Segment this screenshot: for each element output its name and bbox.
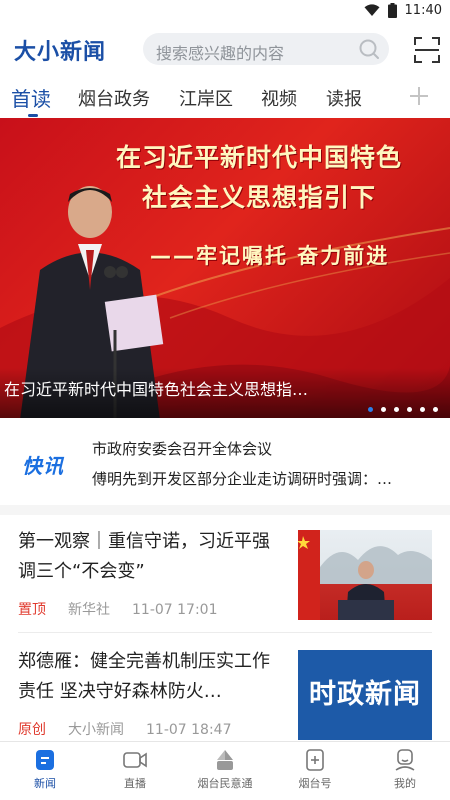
news-meta: 原创 大小新闻 11-07 18:47 bbox=[18, 719, 231, 739]
section-separator bbox=[0, 505, 450, 515]
nav-news[interactable]: 新闻 bbox=[0, 748, 90, 791]
tab-video[interactable]: 视频 bbox=[261, 85, 297, 111]
news-source: 大小新闻 bbox=[68, 722, 124, 738]
nav-label: 我的 bbox=[394, 777, 416, 790]
carousel-dot[interactable] bbox=[433, 407, 438, 412]
flash-news-item[interactable]: 市政府安委会召开全体会议 bbox=[92, 438, 272, 459]
account-icon bbox=[306, 749, 324, 771]
news-item[interactable]: 第一观察｜重信守诺，习近平强调三个“不会变” 置顶 新华社 11-07 17:01 bbox=[0, 527, 450, 627]
news-item[interactable]: 郑德雁：健全完善机制压实工作责任 坚决守好森林防火… 原创 大小新闻 11-07 1… bbox=[0, 647, 450, 747]
thumbnail-image bbox=[298, 530, 432, 620]
tab-shoudu[interactable]: 首读 bbox=[11, 83, 51, 112]
wifi-icon bbox=[364, 4, 380, 17]
search-placeholder: 搜索感兴趣的内容 bbox=[156, 44, 285, 63]
add-channel-icon[interactable] bbox=[409, 86, 429, 110]
banner-caption: 在习近平新时代中国特色社会主义思想指… bbox=[4, 380, 309, 399]
carousel-dot[interactable] bbox=[381, 407, 386, 412]
nav-label: 烟台号 bbox=[298, 777, 332, 790]
nav-opinion[interactable]: 烟台民意通 bbox=[180, 748, 270, 791]
carousel-dot[interactable] bbox=[407, 407, 412, 412]
live-icon bbox=[123, 752, 147, 768]
banner-carousel[interactable]: 在习近平新时代中国特色 社会主义思想指引下 ——牢记嘱托 奋力前进 在习近平新时… bbox=[0, 118, 450, 418]
nav-live[interactable]: 直播 bbox=[90, 748, 180, 791]
news-source: 新华社 bbox=[68, 602, 110, 618]
search-bar[interactable]: 搜索感兴趣的内容 bbox=[143, 33, 389, 65]
flash-news[interactable]: 快讯 市政府安委会召开全体会议 傅明先到开发区部分企业走访调研时强调：… bbox=[0, 430, 450, 496]
tab-indicator bbox=[28, 114, 38, 117]
carousel-dot[interactable] bbox=[368, 407, 373, 412]
nav-label: 烟台民意通 bbox=[197, 777, 253, 790]
news-thumbnail[interactable] bbox=[298, 530, 432, 620]
news-title[interactable]: 第一观察｜重信守诺，习近平强调三个“不会变” bbox=[18, 527, 284, 587]
news-title[interactable]: 郑德雁：健全完善机制压实工作责任 坚决守好森林防火… bbox=[18, 647, 284, 707]
header: 大小新闻 搜索感兴趣的内容 bbox=[0, 30, 450, 70]
status-time: 11:40 bbox=[404, 3, 442, 18]
bottom-navigation: 新闻 直播 烟台民意通 烟台号 我的 bbox=[0, 741, 450, 800]
search-icon[interactable] bbox=[358, 38, 380, 64]
scan-icon[interactable] bbox=[414, 37, 440, 67]
thumbnail-text: 时政新闻 bbox=[309, 679, 421, 710]
nav-label: 新闻 bbox=[34, 777, 56, 790]
status-bar: 11:40 bbox=[0, 0, 450, 24]
news-thumbnail[interactable]: 时政新闻 bbox=[298, 650, 432, 740]
news-icon bbox=[36, 750, 54, 770]
opinion-icon bbox=[217, 750, 233, 770]
channel-tabs: 首读 烟台政务 江岸区 视频 读报 bbox=[0, 80, 450, 117]
tab-yantai-zhengwu[interactable]: 烟台政务 bbox=[78, 85, 150, 111]
flash-news-logo: 快讯 bbox=[22, 454, 64, 478]
banner-title-line1: 在习近平新时代中国特色 bbox=[115, 143, 402, 172]
banner-subtitle: ——牢记嘱托 奋力前进 bbox=[150, 244, 390, 268]
nav-profile[interactable]: 我的 bbox=[360, 748, 450, 791]
app-logo: 大小新闻 bbox=[14, 40, 107, 65]
news-time: 11-07 17:01 bbox=[132, 602, 218, 618]
flash-news-item[interactable]: 傅明先到开发区部分企业走访调研时强调：… bbox=[92, 468, 392, 489]
carousel-dots bbox=[368, 407, 438, 412]
tab-dubao[interactable]: 读报 bbox=[326, 85, 362, 111]
carousel-dot[interactable] bbox=[420, 407, 425, 412]
app-screen: 11:40 大小新闻 搜索感兴趣的内容 首读 烟台政务 江岸区 视频 读报 在习… bbox=[0, 0, 450, 800]
pinned-badge: 置顶 bbox=[18, 602, 46, 618]
original-badge: 原创 bbox=[18, 722, 46, 738]
profile-icon bbox=[395, 749, 415, 771]
nav-label: 直播 bbox=[124, 777, 146, 790]
battery-icon bbox=[387, 3, 397, 18]
nav-account[interactable]: 烟台号 bbox=[270, 748, 360, 791]
news-time: 11-07 18:47 bbox=[146, 722, 232, 738]
news-meta: 置顶 新华社 11-07 17:01 bbox=[18, 599, 217, 619]
news-divider bbox=[18, 632, 432, 633]
tab-jiangan[interactable]: 江岸区 bbox=[179, 85, 233, 111]
carousel-dot[interactable] bbox=[394, 407, 399, 412]
